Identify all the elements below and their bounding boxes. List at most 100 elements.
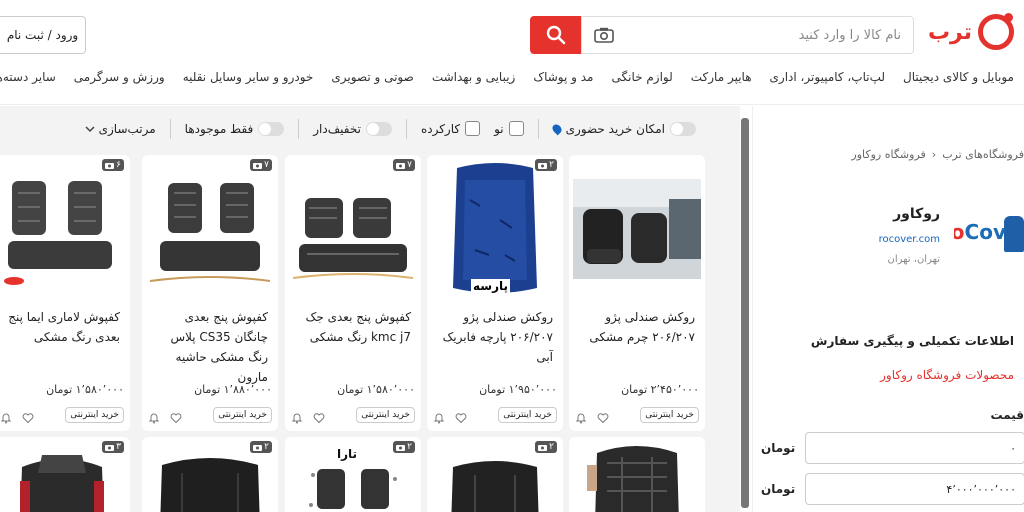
shop-logo-text: RoCov: [954, 220, 1006, 244]
heart-icon[interactable]: [597, 409, 609, 424]
category-vehicles[interactable]: خودرو و سایر وسایل نقلیه: [183, 70, 314, 84]
login-button[interactable]: ورود / ثبت نام: [0, 16, 86, 54]
product-actions: خرید اینترنتی: [433, 405, 557, 425]
buy-online-button[interactable]: خرید اینترنتی: [498, 407, 557, 423]
category-hypermarket[interactable]: هایپر مارکت: [691, 70, 752, 84]
product-card[interactable]: ۲: [427, 437, 563, 512]
image-count-badge: ۲: [535, 441, 557, 453]
checkbox-used[interactable]: [465, 121, 481, 136]
product-card[interactable]: روکش صندلی پژو ۲۰۶/۲۰۷ چرم مشکی ۲٬۴۵۰٬۰۰…: [569, 155, 705, 431]
buy-online-button[interactable]: خرید اینترنتی: [640, 407, 699, 423]
price-min-row: تومان ۰: [761, 432, 1024, 464]
product-card[interactable]: ۷ کفپوش پنج بعدی چانگان CS35 پلاس رنگ مش…: [142, 155, 278, 431]
category-fashion[interactable]: مد و پوشاک: [533, 70, 593, 84]
filter-in-stock[interactable]: فقط موجودها: [184, 121, 285, 136]
buy-online-button[interactable]: خرید اینترنتی: [356, 407, 415, 423]
image-count: ۲: [264, 442, 269, 452]
shop-url[interactable]: rocover.com: [879, 234, 940, 245]
product-card[interactable]: ۶ کفپوش لاماری ایما پنج بعدی رنگ مشکی ۱٬…: [0, 155, 130, 431]
divider: [537, 118, 539, 139]
product-title[interactable]: کفپوش لاماری ایما پنج بعدی رنگ مشکی: [4, 307, 120, 347]
divider: [405, 118, 407, 139]
image-count-badge: ۲: [250, 441, 272, 453]
buy-online-button[interactable]: خرید اینترنتی: [65, 407, 124, 423]
bell-icon[interactable]: [148, 409, 160, 424]
product-card[interactable]: [569, 437, 705, 512]
chevron-down-icon: [85, 125, 95, 132]
scrollbar[interactable]: [741, 118, 749, 508]
price-max-input[interactable]: ۴٬۰۰۰٬۰۰۰٬۰۰۰: [805, 473, 1024, 505]
shop-name: روکاور: [893, 206, 940, 222]
checkbox-new[interactable]: [508, 121, 524, 136]
filter-new[interactable]: نو: [494, 121, 524, 136]
search-input[interactable]: نام کالا را وارد کنید: [581, 16, 914, 54]
site-header: ترب نام کالا را وارد کنید ورود / ثبت نام…: [0, 0, 1024, 105]
product-grid: روکش صندلی پژو ۲۰۶/۲۰۷ چرم مشکی ۲٬۴۵۰٬۰۰…: [0, 151, 740, 512]
product-card[interactable]: ۲: [142, 437, 278, 512]
bell-icon[interactable]: [433, 409, 445, 424]
location-pin-icon: [550, 122, 563, 135]
category-beauty[interactable]: زیبایی و بهداشت: [432, 70, 516, 84]
price-min-input[interactable]: ۰: [805, 432, 1024, 464]
bell-icon[interactable]: [291, 409, 303, 424]
order-info-link[interactable]: اطلاعات تکمیلی و پیگیری سفارش: [811, 334, 1014, 348]
product-card[interactable]: ۳: [0, 437, 130, 512]
image-count: ۲: [549, 442, 554, 452]
site-logo[interactable]: ترب: [927, 13, 1014, 50]
bell-icon[interactable]: [0, 409, 12, 424]
toggle-discount[interactable]: [365, 121, 392, 136]
filter-in-person-label: امکان خرید حضوری: [565, 121, 665, 136]
product-card[interactable]: ۷ کفپوش پنج بعدی جک kmc j7 رنگ مشکی ۱٬۵۸…: [285, 155, 421, 431]
category-laptop[interactable]: لپ‌تاپ، کامپیوتر، اداری: [770, 70, 886, 84]
logo-icon: [978, 13, 1014, 50]
price-filter-title: قیمت: [990, 408, 1024, 422]
product-image: [146, 159, 274, 299]
logo-cov: Cov: [964, 220, 1006, 244]
product-title[interactable]: کفپوش پنج بعدی جک kmc j7 رنگ مشکی: [295, 307, 411, 347]
heart-icon[interactable]: [22, 409, 34, 424]
product-title[interactable]: روکش صندلی پژو ۲۰۶/۲۰۷ پارچه فابریک آبی: [437, 307, 553, 367]
buy-online-button[interactable]: خرید اینترنتی: [213, 407, 272, 423]
product-title[interactable]: کفپوش پنج بعدی چانگان CS35 پلاس رنگ مشکی…: [152, 307, 268, 387]
breadcrumb-root[interactable]: فروشگاه‌های ترب: [942, 148, 1024, 161]
filter-in-stock-label: فقط موجودها: [184, 121, 254, 136]
sort-dropdown[interactable]: مرتب‌سازی: [85, 122, 156, 136]
product-price: ۱٬۸۸۰٬۰۰۰ تومان: [194, 383, 272, 396]
camera-search-icon[interactable]: [594, 27, 614, 43]
heart-icon[interactable]: [455, 409, 467, 424]
search-button[interactable]: [530, 16, 581, 54]
filter-used[interactable]: کارکرده: [420, 121, 481, 136]
sort-label: مرتب‌سازی: [98, 121, 156, 136]
bell-icon[interactable]: [575, 409, 587, 424]
category-digital[interactable]: موبایل و کالای دیجیتال: [903, 70, 1014, 84]
product-image: [445, 457, 545, 512]
category-home-appliances[interactable]: لوازم خانگی: [611, 70, 672, 84]
category-audio-video[interactable]: صوتی و تصویری: [331, 70, 413, 84]
shop-sidebar: فروشگاه‌های ترب ‹ فروشگاه روکاور RoCov ر…: [752, 106, 1024, 512]
heart-icon[interactable]: [170, 409, 182, 424]
camera-icon: [253, 444, 263, 451]
breadcrumb: فروشگاه‌های ترب ‹ فروشگاه روکاور: [851, 148, 1024, 161]
toggle-in-stock[interactable]: [258, 121, 285, 136]
category-other[interactable]: سایر دسته‌ها: [0, 70, 56, 84]
filter-in-person[interactable]: امکان خرید حضوری: [550, 121, 696, 136]
product-image: [12, 451, 112, 512]
filter-used-label: کارکرده: [420, 121, 461, 136]
logo-text: ترب: [927, 19, 972, 45]
shop-logo: RoCov: [954, 210, 1024, 256]
product-card[interactable]: ۲ پارسه روکش صندلی پژو ۲۰۶/۲۰۷ پارچه فاب…: [427, 155, 563, 431]
product-title[interactable]: روکش صندلی پژو ۲۰۶/۲۰۷ چرم مشکی: [579, 307, 695, 347]
search-icon: [546, 25, 565, 45]
product-price: ۱٬۹۵۰٬۰۰۰ تومان: [479, 383, 557, 396]
breadcrumb-current[interactable]: فروشگاه روکاور: [851, 148, 925, 161]
filter-discount[interactable]: تخفیف‌دار: [313, 121, 392, 136]
heart-icon[interactable]: [313, 409, 325, 424]
category-sports[interactable]: ورزش و سرگرمی: [74, 70, 165, 84]
shop-location: تهران، تهران: [887, 254, 940, 265]
product-card[interactable]: ۲ تارا: [285, 437, 421, 512]
shop-products-link[interactable]: محصولات فروشگاه روکاور: [880, 368, 1014, 382]
divider: [298, 118, 300, 139]
toggle-in-person[interactable]: [670, 121, 696, 136]
product-actions: خرید اینترنتی: [291, 405, 415, 425]
breadcrumb-separator: ‹: [931, 148, 937, 161]
